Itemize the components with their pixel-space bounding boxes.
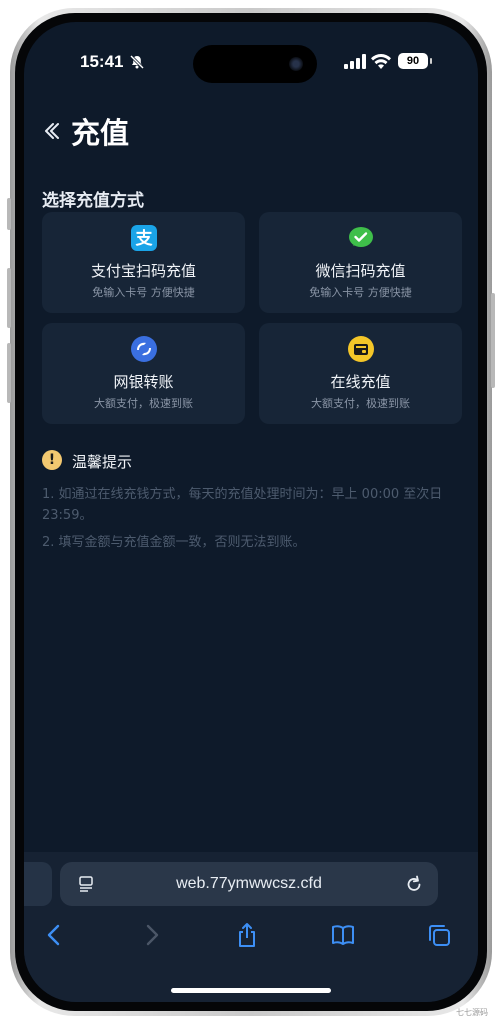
payment-card-title: 支付宝扫码充值 xyxy=(90,262,196,280)
payment-card-subtitle: 免输入卡号 方便快捷 xyxy=(309,286,412,299)
payment-card-title: 在线充值 xyxy=(330,373,391,391)
bell-slash-icon xyxy=(129,54,145,70)
battery-icon: 90 xyxy=(398,53,432,69)
payment-card-alipay[interactable]: 支 支付宝扫码充值 免输入卡号 方便快捷 xyxy=(42,212,245,313)
bank-transfer-icon xyxy=(130,336,157,362)
alipay-icon: 支 xyxy=(130,225,157,251)
payment-card-title: 微信扫码充值 xyxy=(315,262,406,280)
wechat-icon xyxy=(348,227,373,247)
tips-heading: 温馨提示 xyxy=(72,453,133,471)
dynamic-island xyxy=(193,45,317,83)
bezel: 15:41 90 充值 选择充值方式 支 支付宝扫码充值 免输入卡号 方便快捷 … xyxy=(15,13,487,1011)
status-time: 15:41 xyxy=(80,52,124,71)
tips-body: 1. 如通过在线充钱方式，每天的充值处理时间为：早上 00:00 至次日 23:… xyxy=(42,484,472,559)
forward-arrow-icon[interactable] xyxy=(138,922,164,948)
chevron-left-double-icon[interactable] xyxy=(42,120,64,142)
payment-card-wechat[interactable]: 微信扫码充值 免输入卡号 方便快捷 xyxy=(259,212,462,313)
volume-up-button xyxy=(7,268,11,328)
wallet-icon xyxy=(347,336,374,362)
cellular-signal-icon xyxy=(344,54,366,69)
browser-toolbar xyxy=(24,918,478,958)
browser-chrome: web.77ymwwcsz.cfd xyxy=(24,852,478,1002)
page-title: 充值 xyxy=(71,116,130,150)
action-button xyxy=(7,198,11,230)
share-icon[interactable] xyxy=(234,922,260,948)
bookmarks-icon[interactable] xyxy=(330,922,356,948)
tip-item: 2. 填写金额与充值金额一致，否则无法到账。 xyxy=(42,535,306,550)
previous-tab-card[interactable] xyxy=(24,862,52,906)
reload-icon[interactable] xyxy=(404,874,424,894)
section-title: 选择充值方式 xyxy=(42,191,144,211)
camera-icon xyxy=(289,57,303,71)
nav-bar: 充值 xyxy=(24,102,478,162)
payment-card-bank-transfer[interactable]: 网银转账 大额支付，极速到账 xyxy=(42,323,245,424)
battery-level: 90 xyxy=(406,55,420,67)
payment-card-title: 网银转账 xyxy=(113,373,174,391)
warning-icon: ! xyxy=(42,450,62,470)
payment-card-online[interactable]: 在线充值 大额支付，极速到账 xyxy=(259,323,462,424)
payment-card-subtitle: 大额支付，极速到账 xyxy=(311,397,410,410)
watermark: 七七源码 xyxy=(456,1008,488,1017)
tip-item: 1. 如通过在线充钱方式，每天的充值处理时间为：早上 00:00 至次日 23:… xyxy=(42,487,443,523)
url-text: web.77ymwwcsz.cfd xyxy=(176,875,322,892)
back-arrow-icon[interactable] xyxy=(42,922,68,948)
status-bar: 15:41 90 xyxy=(24,22,478,92)
payment-method-grid: 支 支付宝扫码充值 免输入卡号 方便快捷 微信扫码充值 免输入卡号 方便快捷 网… xyxy=(42,212,462,424)
power-button xyxy=(491,293,495,388)
screen: 15:41 90 充值 选择充值方式 支 支付宝扫码充值 免输入卡号 方便快捷 … xyxy=(24,22,478,1002)
volume-down-button xyxy=(7,343,11,403)
phone-frame: 15:41 90 充值 选择充值方式 支 支付宝扫码充值 免输入卡号 方便快捷 … xyxy=(7,8,495,1016)
address-bar[interactable]: web.77ymwwcsz.cfd xyxy=(60,862,438,906)
payment-card-subtitle: 免输入卡号 方便快捷 xyxy=(92,286,195,299)
wifi-icon xyxy=(371,53,391,69)
payment-card-subtitle: 大额支付，极速到账 xyxy=(94,397,193,410)
svg-text:支: 支 xyxy=(135,228,153,249)
home-indicator xyxy=(171,988,331,993)
tabs-icon[interactable] xyxy=(426,922,452,948)
